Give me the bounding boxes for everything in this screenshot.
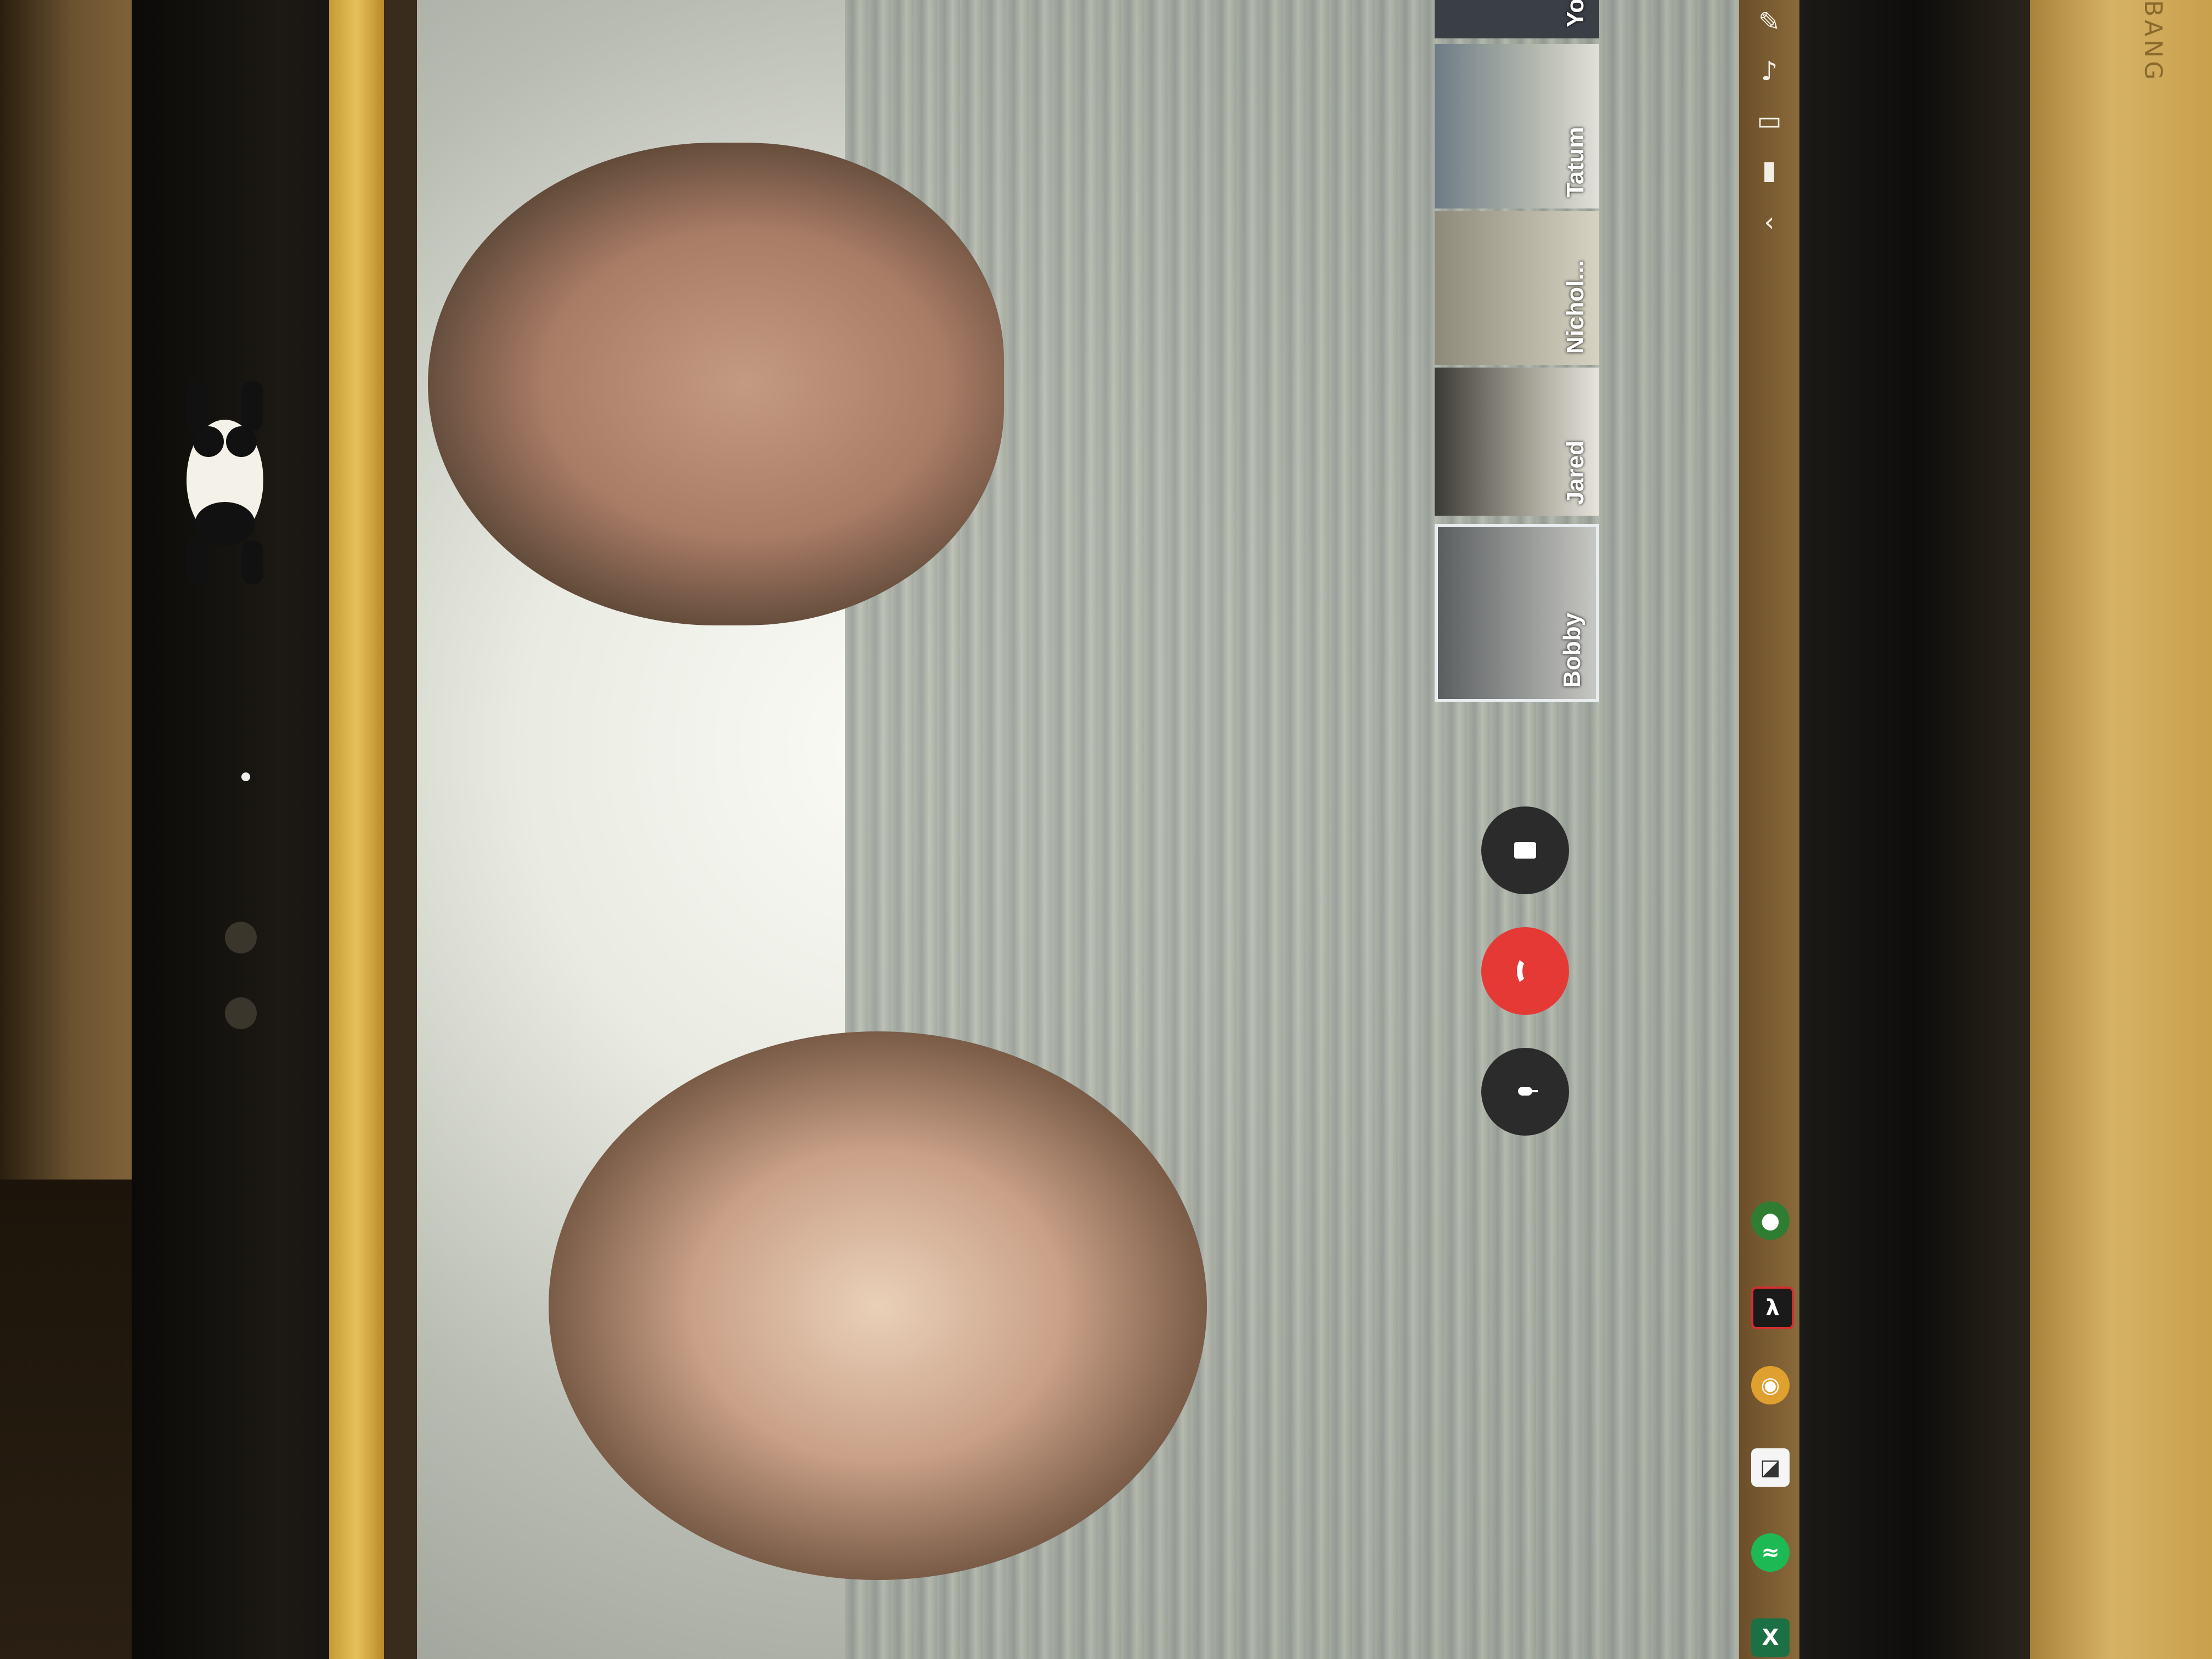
call-controls: [1481, 806, 1575, 1136]
participant-name: Nichol...: [1562, 259, 1589, 354]
panda-sticker: [162, 362, 288, 598]
laptop-body: [2030, 0, 2212, 1659]
participant-thumb-bobby[interactable]: Bobby: [1435, 524, 1599, 702]
participant-name: Jared: [1562, 440, 1589, 505]
video-call-screen: You Tatum Nichol... Jared Bobby: [417, 0, 1767, 1659]
keyboard-shadow: [1799, 0, 2030, 1659]
microphone-icon: [1518, 1087, 1538, 1096]
acrobat-app-icon[interactable]: λ: [1751, 1286, 1794, 1329]
participant-name: You: [1562, 0, 1589, 27]
webcam-indicator: [241, 772, 250, 781]
hangouts-app-icon[interactable]: ●: [1751, 1201, 1790, 1240]
taskbar: [1739, 0, 1799, 1659]
camera-toggle-button[interactable]: [1481, 806, 1569, 894]
chrome-app-icon[interactable]: ◉: [1751, 1366, 1790, 1404]
excel-app-icon[interactable]: X: [1751, 1618, 1790, 1657]
chevron-up-icon[interactable]: ‹: [1753, 206, 1786, 239]
participant-thumb-nichol[interactable]: Nichol...: [1435, 211, 1599, 365]
device-brand-label: BANG: [2139, 0, 2167, 83]
participant-strip: You Tatum Nichol... Jared Bobby: [1435, 0, 1613, 708]
webcam-lens: [225, 997, 257, 1029]
display-icon[interactable]: ▭: [1753, 104, 1786, 137]
spotify-app-icon[interactable]: ≈: [1751, 1533, 1790, 1572]
participant-thumb-you[interactable]: You: [1435, 0, 1599, 38]
webcam-sensor: [225, 922, 257, 953]
main-video-person: [428, 143, 1004, 625]
camera-icon: [1514, 842, 1536, 859]
participant-name: Bobby: [1559, 613, 1585, 688]
file-app-icon[interactable]: ◪: [1751, 1448, 1790, 1487]
end-call-button[interactable]: [1481, 927, 1569, 1015]
main-video-person: [549, 1031, 1207, 1580]
battery-icon[interactable]: ▮: [1753, 154, 1786, 187]
participant-thumb-jared[interactable]: Jared: [1435, 368, 1599, 516]
room-shadow: [0, 1180, 143, 1659]
microphone-toggle-button[interactable]: [1481, 1048, 1569, 1136]
volume-icon[interactable]: ♪: [1753, 55, 1786, 88]
phone-hangup-icon: [1517, 960, 1524, 982]
laptop-bezel-edge: [329, 0, 384, 1659]
participant-name: Tatum: [1562, 127, 1589, 198]
settings-icon[interactable]: ✎: [1753, 5, 1786, 38]
participant-thumb-tatum[interactable]: Tatum: [1435, 44, 1599, 208]
